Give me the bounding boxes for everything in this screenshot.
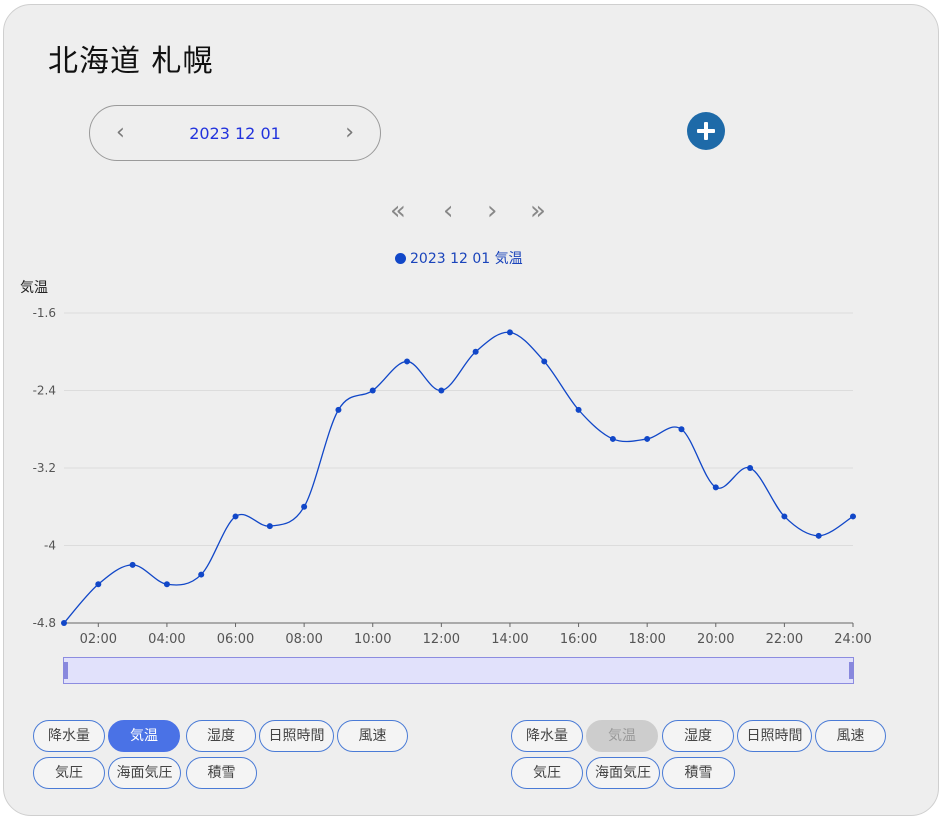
right-metric-button: 気温: [586, 720, 658, 752]
left-metric-button[interactable]: 気圧: [33, 757, 105, 789]
series-line: [63, 331, 854, 624]
x-tick-label: 20:00: [697, 632, 734, 647]
right-metric-button[interactable]: 風速: [815, 720, 886, 752]
x-tick-label: 24:00: [834, 632, 871, 647]
data-point: [747, 465, 754, 471]
left-metric-button[interactable]: 日照時間: [259, 720, 334, 752]
y-tick-label: -2.4: [33, 384, 56, 398]
y-tick-label: -4: [44, 539, 56, 553]
data-point: [678, 426, 685, 433]
data-point: [850, 513, 856, 520]
temperature-chart: -1.6 -2.4 -3.2 -4 -4.8 02:00 04:00 06:00 08:00 10…: [33, 306, 872, 647]
data-point: [506, 329, 513, 336]
data-point: [198, 571, 205, 578]
data-point: [232, 513, 239, 520]
right-metric-button[interactable]: 海面気圧: [586, 757, 660, 789]
slider-left-handle[interactable]: [63, 662, 68, 679]
data-point: [712, 484, 719, 491]
right-metric-button[interactable]: 湿度: [662, 720, 734, 752]
data-point: [575, 406, 582, 413]
x-tick-label: 12:00: [423, 632, 460, 647]
x-tick-label: 06:00: [217, 632, 254, 647]
x-tick-label: 22:00: [766, 632, 803, 647]
data-point: [815, 532, 822, 539]
data-point: [129, 561, 136, 568]
slider-right-handle[interactable]: [849, 662, 854, 679]
data-point: [335, 406, 342, 413]
left-metric-button[interactable]: 風速: [337, 720, 408, 752]
left-metric-button[interactable]: 湿度: [186, 720, 256, 752]
data-point: [301, 503, 308, 510]
data-point: [369, 387, 376, 394]
x-tick-label: 14:00: [491, 632, 528, 647]
right-metric-button[interactable]: 気圧: [511, 757, 583, 789]
data-point: [438, 387, 445, 394]
data-point: [163, 581, 170, 588]
data-point: [61, 620, 67, 626]
data-point: [781, 513, 788, 520]
data-point: [472, 348, 479, 355]
range-slider[interactable]: [63, 657, 854, 684]
x-tick-label: 18:00: [628, 632, 665, 647]
left-metric-button[interactable]: 気温: [108, 720, 180, 752]
y-tick-label: -1.6: [33, 306, 56, 320]
y-tick-label: -4.8: [33, 616, 56, 630]
x-tick-label: 08:00: [285, 632, 322, 647]
right-metric-button[interactable]: 積雪: [662, 757, 735, 789]
data-point: [541, 358, 548, 365]
x-tick-label: 04:00: [148, 632, 185, 647]
data-point: [644, 435, 651, 442]
data-point: [404, 358, 411, 365]
data-point: [95, 581, 102, 588]
left-metric-button[interactable]: 降水量: [33, 720, 105, 752]
left-metric-button[interactable]: 海面気圧: [108, 757, 181, 789]
x-tick-label: 16:00: [560, 632, 597, 647]
data-point: [266, 523, 273, 530]
data-point: [609, 435, 616, 442]
right-metric-button[interactable]: 日照時間: [737, 720, 812, 752]
x-tick-label: 10:00: [354, 632, 391, 647]
right-metric-button[interactable]: 降水量: [511, 720, 583, 752]
x-tick-label: 02:00: [80, 632, 117, 647]
y-tick-label: -3.2: [33, 461, 56, 475]
left-metric-button[interactable]: 積雪: [186, 757, 257, 789]
